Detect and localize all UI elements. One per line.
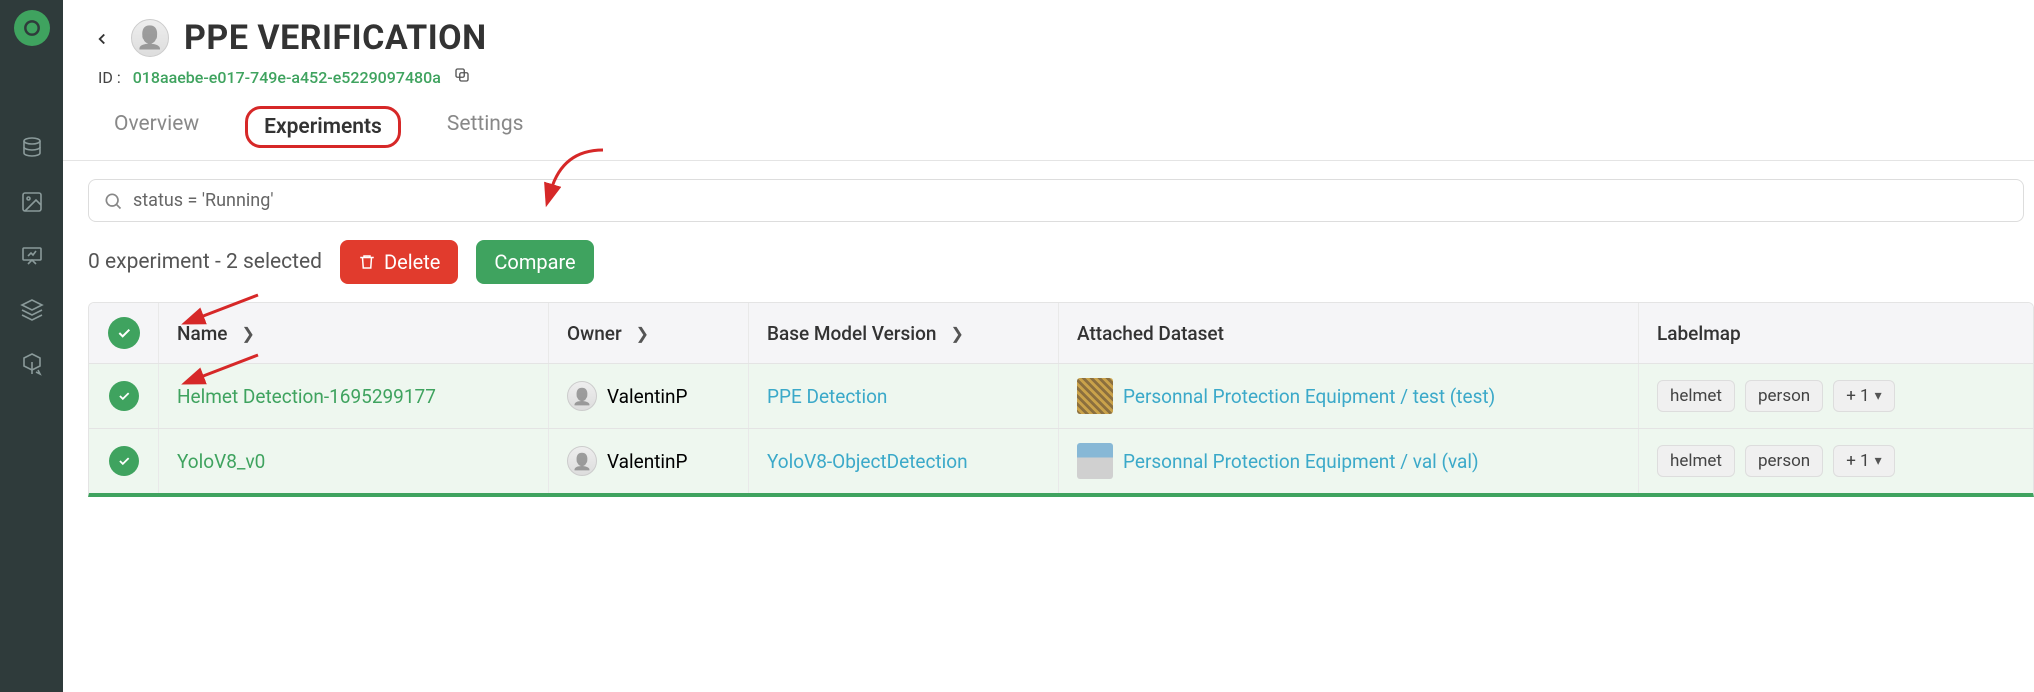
presentation-icon[interactable] xyxy=(20,244,44,268)
experiment-labels: helmet person + 1▾ xyxy=(1639,429,2033,493)
search-icon xyxy=(103,191,123,211)
delete-button[interactable]: Delete xyxy=(340,240,458,284)
label-tag[interactable]: person xyxy=(1745,380,1823,412)
th-labelmap[interactable]: Labelmap xyxy=(1639,303,2033,363)
tabs: Overview Experiments Settings xyxy=(98,106,2034,148)
divider xyxy=(63,160,2034,161)
image-icon[interactable] xyxy=(20,190,44,214)
tab-overview[interactable]: Overview xyxy=(98,106,215,148)
owner-avatar xyxy=(567,446,597,476)
id-label: ID : xyxy=(98,68,121,87)
layers-icon[interactable] xyxy=(20,298,44,322)
table-row[interactable]: Helmet Detection-1695299177 ValentinP PP… xyxy=(89,364,2033,429)
experiment-dataset[interactable]: Personnal Protection Equipment / test (t… xyxy=(1059,364,1639,428)
toolbar: 0 experiment - 2 selected Delete Compare xyxy=(88,240,2034,284)
project-avatar xyxy=(131,19,169,57)
row-checkbox[interactable] xyxy=(89,364,159,428)
chevron-down-icon: ▾ xyxy=(1875,388,1882,404)
back-button[interactable] xyxy=(88,22,116,55)
copy-icon[interactable] xyxy=(453,66,471,88)
page-title: PPE VERIFICATION xyxy=(184,18,487,58)
id-row: ID : 018aaebe-e017-749e-a452-e5229097480… xyxy=(98,66,2034,88)
search-bar[interactable] xyxy=(88,179,2024,222)
th-dataset[interactable]: Attached Dataset xyxy=(1059,303,1639,363)
table-header: Name❯ Owner❯ Base Model Version❯ Attache… xyxy=(89,303,2033,364)
app-logo[interactable] xyxy=(14,10,50,46)
experiment-model[interactable]: PPE Detection xyxy=(749,364,1059,428)
compare-label: Compare xyxy=(494,250,575,274)
th-model[interactable]: Base Model Version❯ xyxy=(749,303,1059,363)
experiments-table: Name❯ Owner❯ Base Model Version❯ Attache… xyxy=(88,302,2034,497)
sidebar xyxy=(0,0,63,692)
th-name[interactable]: Name❯ xyxy=(159,303,549,363)
experiment-owner: ValentinP xyxy=(549,429,749,493)
header: PPE VERIFICATION xyxy=(88,18,2034,58)
owner-avatar xyxy=(567,381,597,411)
check-icon xyxy=(108,317,140,349)
label-tag[interactable]: person xyxy=(1745,445,1823,477)
trash-icon xyxy=(358,253,376,271)
id-value: 018aaebe-e017-749e-a452-e5229097480a xyxy=(133,68,441,87)
label-more[interactable]: + 1▾ xyxy=(1833,380,1894,412)
row-checkbox[interactable] xyxy=(89,429,159,493)
th-owner[interactable]: Owner❯ xyxy=(549,303,749,363)
chevron-right-icon: ❯ xyxy=(951,324,964,343)
search-input[interactable] xyxy=(133,190,2009,211)
experiment-owner: ValentinP xyxy=(549,364,749,428)
check-icon xyxy=(109,381,139,411)
table-row[interactable]: YoloV8_v0 ValentinP YoloV8-ObjectDetecti… xyxy=(89,429,2033,493)
package-export-icon[interactable] xyxy=(20,352,44,376)
dataset-thumb xyxy=(1077,378,1113,414)
table-body: Helmet Detection-1695299177 ValentinP PP… xyxy=(89,364,2033,493)
label-more[interactable]: + 1▾ xyxy=(1833,445,1894,477)
database-icon[interactable] xyxy=(20,136,44,160)
experiment-model[interactable]: YoloV8-ObjectDetection xyxy=(749,429,1059,493)
label-tag[interactable]: helmet xyxy=(1657,445,1735,477)
chevron-right-icon: ❯ xyxy=(241,324,254,343)
th-select-all[interactable] xyxy=(89,303,159,363)
experiment-labels: helmet person + 1▾ xyxy=(1639,364,2033,428)
selection-summary: 0 experiment - 2 selected xyxy=(88,250,322,274)
check-icon xyxy=(109,446,139,476)
dataset-thumb xyxy=(1077,443,1113,479)
tab-experiments[interactable]: Experiments xyxy=(245,106,401,148)
chevron-down-icon: ▾ xyxy=(1875,453,1882,469)
compare-button[interactable]: Compare xyxy=(476,240,593,284)
experiment-name[interactable]: Helmet Detection-1695299177 xyxy=(159,364,549,428)
chevron-right-icon: ❯ xyxy=(636,324,649,343)
experiment-dataset[interactable]: Personnal Protection Equipment / val (va… xyxy=(1059,429,1639,493)
label-tag[interactable]: helmet xyxy=(1657,380,1735,412)
experiment-name[interactable]: YoloV8_v0 xyxy=(159,429,549,493)
delete-label: Delete xyxy=(384,250,440,274)
main-content: PPE VERIFICATION ID : 018aaebe-e017-749e… xyxy=(63,0,2034,692)
tab-settings[interactable]: Settings xyxy=(431,106,540,148)
